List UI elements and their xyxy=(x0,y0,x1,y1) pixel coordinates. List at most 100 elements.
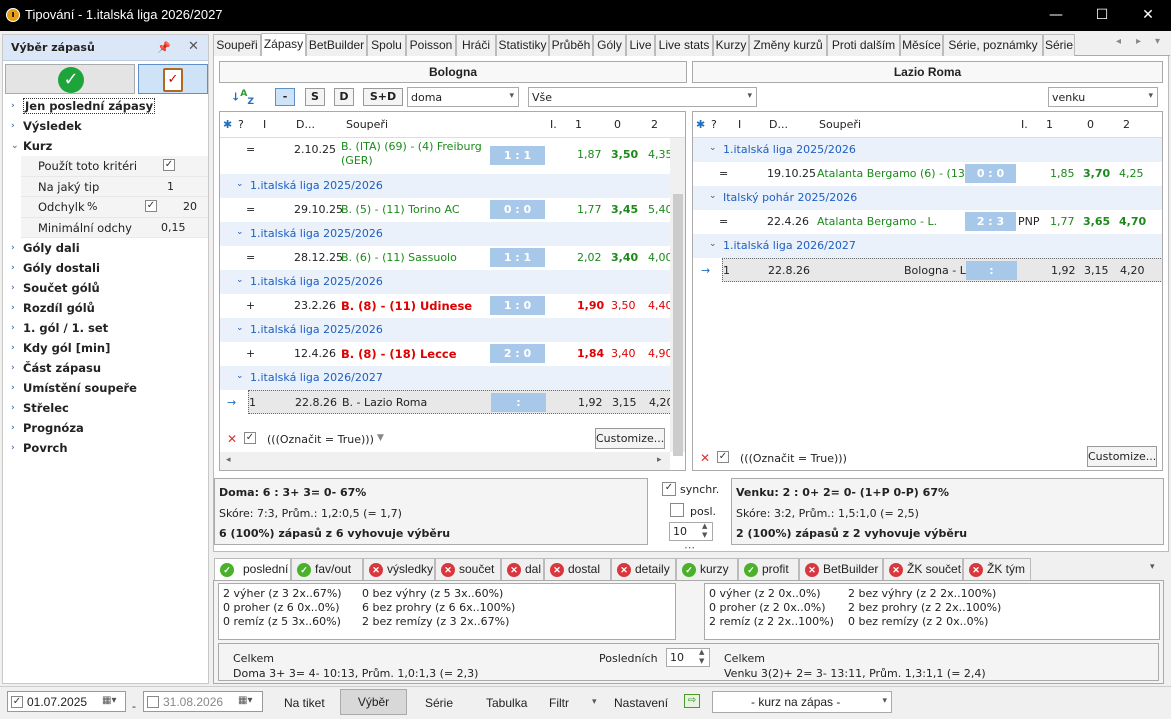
group-row[interactable]: ⌄ 1.italská liga 2025/2026 xyxy=(693,138,1162,162)
filtr-button[interactable]: Filtr xyxy=(549,696,569,710)
home-venue-select[interactable]: doma ▾ xyxy=(407,87,519,107)
stats-tab[interactable]: ✓ profit xyxy=(738,558,799,581)
tab-item[interactable]: Soupeři xyxy=(213,34,261,56)
filter-sd-button[interactable]: S+D xyxy=(363,88,403,106)
tab-item[interactable]: Zápasy xyxy=(261,33,306,57)
tab-item[interactable]: Spolu xyxy=(367,34,406,56)
criterion-result[interactable]: › Výsledek xyxy=(3,116,208,136)
tab-scroll-right-icon[interactable]: ▸ xyxy=(1136,36,1141,47)
na-tiket-button[interactable]: Na tiket xyxy=(284,696,325,710)
export-icon[interactable]: ⇨ xyxy=(684,694,700,708)
tab-scroll-left-icon[interactable]: ◂ xyxy=(1116,36,1121,47)
criterion-last-matches[interactable]: › Jen poslední zápasy xyxy=(3,96,208,116)
away-venue-select[interactable]: venku ▾ xyxy=(1048,87,1158,107)
stats-tab[interactable]: ✓ fav/out xyxy=(291,558,363,581)
clipboard-button[interactable]: ✓ xyxy=(138,64,208,94)
tab-item[interactable]: Live xyxy=(626,34,655,56)
synchr-checkbox[interactable]: ✓ xyxy=(662,482,676,496)
close-button[interactable]: ✕ xyxy=(1125,0,1171,31)
stats-tab[interactable]: ✓ kurzy xyxy=(676,558,738,581)
clear-filter-icon[interactable]: ✕ xyxy=(700,451,710,465)
tab-menu-icon[interactable]: ▾ xyxy=(1150,562,1155,572)
tab-item[interactable]: Kurzy xyxy=(713,34,749,56)
criterion-item[interactable]: › Povrch xyxy=(3,438,208,458)
home-customize-button[interactable]: Customize... xyxy=(595,428,665,449)
options-star-icon[interactable]: ✱ xyxy=(696,118,705,131)
group-row[interactable]: ⌄ 1.italská liga 2025/2026 xyxy=(220,270,670,294)
tab-item[interactable]: Série, poznámky xyxy=(943,34,1043,56)
tab-item[interactable]: Hráči xyxy=(456,34,496,56)
group-row[interactable]: ⌄ 1.italská liga 2025/2026 xyxy=(220,222,670,246)
odds-deviation-value[interactable]: 20 xyxy=(183,197,197,217)
group-row[interactable]: ⌄ 1.italská liga 2026/2027 xyxy=(693,234,1162,258)
filter-d-button[interactable]: D xyxy=(334,88,354,106)
table-row[interactable]: → 1 22.8.26 Bologna - L.:1,92 3,15 4,20 xyxy=(701,258,1162,282)
clear-filter-icon[interactable]: ✕ xyxy=(227,432,237,446)
date-to-picker[interactable]: 31.08.2026 ▦▾ xyxy=(143,691,263,712)
options-star-icon[interactable]: ✱ xyxy=(223,118,232,131)
stats-tab[interactable]: ✕ dostal xyxy=(544,558,611,581)
confirm-button[interactable]: ✓ xyxy=(5,64,135,94)
criterion-item[interactable]: › Část zápasu xyxy=(3,358,208,378)
home-hscroll[interactable]: ◂ ▸ xyxy=(220,452,670,470)
criterion-item[interactable]: › 1. gól / 1. set xyxy=(3,318,208,338)
stats-tab[interactable]: ✕ BetBuilder xyxy=(799,558,883,581)
group-row[interactable]: ⌄ 1.italská liga 2026/2027 xyxy=(220,366,670,390)
odds-deviation-checkbox[interactable]: ✓ xyxy=(145,200,157,212)
criterion-item[interactable]: › Góly dali xyxy=(3,238,208,258)
table-row[interactable]: =22.10.25B. (ITA) (69) - (4) Freiburg(GE… xyxy=(220,138,673,174)
filter-icon[interactable]: ▼ xyxy=(377,433,384,443)
table-row[interactable]: =1/222.4.26Atalanta Bergamo - L.2 : 3PNP… xyxy=(693,210,1162,234)
stats-tab[interactable]: ✓ poslední xyxy=(214,558,291,581)
away-filter-checkbox[interactable]: ✓ xyxy=(717,451,729,463)
home-vscroll[interactable] xyxy=(670,138,685,456)
table-row[interactable]: =719.10.25Atalanta Bergamo (6) - (13) L.… xyxy=(693,162,1162,186)
tab-item[interactable]: Statistiky xyxy=(496,34,549,56)
table-row[interactable]: → 1 22.8.26 B. - Lazio Roma:1,92 3,15 4,20 xyxy=(227,390,685,414)
odds-min-value[interactable]: 0,15 xyxy=(161,218,186,238)
filtr-dropdown-icon[interactable]: ▾ xyxy=(592,697,597,707)
tab-item[interactable]: Měsíce xyxy=(900,34,943,56)
tab-item[interactable]: BetBuilder xyxy=(306,34,367,56)
table-row[interactable]: +2623.2.26B. (8) - (11) Udinese1 : 01,90… xyxy=(220,294,673,318)
criterion-item[interactable]: › Umístění soupeře xyxy=(3,378,208,398)
tab-item[interactable]: Góly xyxy=(593,34,626,56)
criterion-item[interactable]: › Součet gólů xyxy=(3,278,208,298)
minimize-button[interactable]: — xyxy=(1033,0,1079,31)
stats-tab[interactable]: ✕ součet xyxy=(435,558,501,581)
odds-select[interactable]: - kurz na zápas - ▾ xyxy=(712,691,892,713)
odds-use-checkbox[interactable]: ✓ xyxy=(163,159,175,171)
tab-item[interactable]: Live stats xyxy=(655,34,713,56)
sort-az-icon[interactable]: ↓AZ xyxy=(231,88,254,107)
table-row[interactable]: =929.10.25B. (5) - (11) Torino AC0 : 01,… xyxy=(220,198,673,222)
tab-menu-icon[interactable]: ▾ xyxy=(1155,36,1160,47)
vyber-button[interactable]: Výběr xyxy=(340,689,407,715)
group-row[interactable]: ⌄ Italský pohár 2025/2026 xyxy=(693,186,1162,210)
stats-tab[interactable]: ✕ ŽK součet xyxy=(883,558,963,581)
date-from-picker[interactable]: ✓ 01.07.2025 ▦▾ xyxy=(7,691,126,712)
serie-button[interactable]: Série xyxy=(425,696,453,710)
tab-item[interactable]: Změny kurzů xyxy=(749,34,827,56)
table-row[interactable]: =1728.12.25B. (6) - (11) Sassuolo1 : 12,… xyxy=(220,246,673,270)
last-matches-stepper[interactable]: 10 ▲ ▼ xyxy=(666,648,710,667)
criterion-item[interactable]: › Střelec xyxy=(3,398,208,418)
date-from-checkbox[interactable]: ✓ xyxy=(11,696,23,708)
criterion-odds[interactable]: ⌄ Kurz xyxy=(3,136,208,156)
filter-minus-button[interactable]: - xyxy=(275,88,295,106)
table-row[interactable]: +3212.4.26B. (8) - (18) Lecce2 : 01,843,… xyxy=(220,342,673,366)
group-row[interactable]: ⌄ 1.italská liga 2025/2026 xyxy=(220,318,670,342)
tab-item[interactable]: Proti dalším xyxy=(827,34,900,56)
stats-tab[interactable]: ✕ detaily xyxy=(611,558,676,581)
criterion-item[interactable]: › Kdy gól [min] xyxy=(3,338,208,358)
tab-item[interactable]: Série xyxy=(1043,34,1075,56)
away-customize-button[interactable]: Customize... xyxy=(1087,446,1157,467)
tabulka-button[interactable]: Tabulka xyxy=(486,696,527,710)
odds-tip-value[interactable]: 1 xyxy=(167,177,174,197)
posl-checkbox[interactable] xyxy=(670,503,684,517)
stats-tab[interactable]: ✕ výsledky xyxy=(363,558,435,581)
group-row[interactable]: ⌄ 1.italská liga 2025/2026 xyxy=(220,174,670,198)
close-panel-icon[interactable]: ✕ xyxy=(188,39,199,54)
stats-tab[interactable]: ✕ ŽK tým xyxy=(963,558,1031,581)
maximize-button[interactable]: ☐ xyxy=(1079,0,1125,31)
stats-tab[interactable]: ✕ dal xyxy=(501,558,544,581)
